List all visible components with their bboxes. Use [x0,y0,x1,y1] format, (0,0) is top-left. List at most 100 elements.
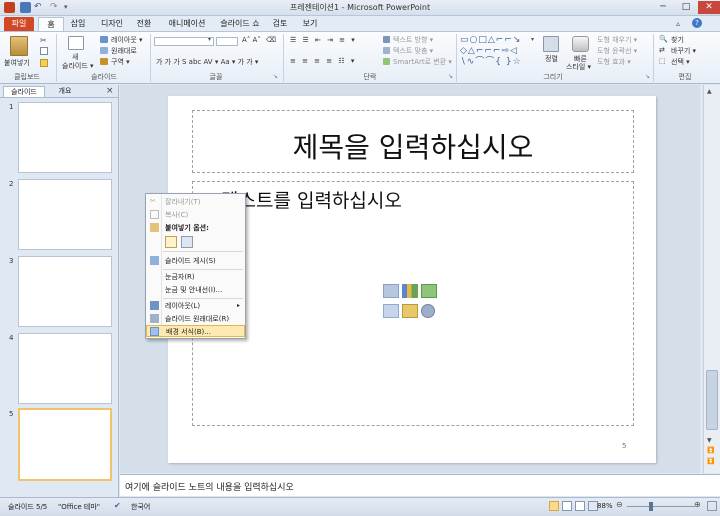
title-placeholder[interactable]: 제목을 입력하십시오 [192,110,634,173]
tab-design[interactable]: 디자인 [96,17,128,32]
help-icon[interactable]: ? [692,18,702,28]
grow-shrink-font-icon[interactable]: A˄ A˅ [242,36,261,44]
shapes-gallery-more-icon[interactable]: ▾ [531,36,534,43]
shape-fill-button[interactable]: 도형 채우기 ▾ [597,35,637,45]
slide-number: 5 [622,442,627,450]
arrange-button[interactable]: 정렬 [545,54,558,64]
shape-outline-button[interactable]: 도형 윤곽선 ▾ [597,46,637,56]
zoom-in-icon[interactable]: ⊕ [694,500,701,509]
menu-item-ruler[interactable]: 눈금자(R) [146,271,245,283]
zoom-level[interactable]: 88% [597,502,613,510]
minimize-ribbon-icon[interactable]: ▵ [676,19,680,28]
paste-button[interactable]: 붙여넣기 [4,58,30,68]
smartart-button[interactable]: SmartArt로 변환 ▾ [393,57,452,67]
slide-thumbnail-2[interactable] [18,179,112,250]
font-format-buttons[interactable]: 가 가 가 S abc AV ▾ Aa ▾ 가 가 ▾ [156,57,258,67]
section-button[interactable]: 구역 ▾ [111,57,130,67]
menu-item-cut[interactable]: 잘라내기(T) [146,196,245,208]
slide-thumbnail-4[interactable] [18,333,112,404]
format-background-icon [150,327,159,336]
font-name-combo[interactable] [154,37,214,46]
content-placeholder[interactable]: 텍스트를 입력하십시오 [192,181,634,426]
status-bar: 슬라이드 5/5 "Office 테마" ✔ 한국어 88% ⊖ ⊕ [0,497,720,516]
layout-button[interactable]: 레이아웃 ▾ [111,35,143,45]
tab-file[interactable]: 파일 [4,17,34,32]
drawing-dialog-launcher-icon[interactable]: ↘ [645,73,650,80]
insert-chart-icon[interactable] [402,284,418,298]
menu-item-grid-guides[interactable]: 눈금 및 안내선(I)... [146,284,245,296]
tab-view[interactable]: 보기 [298,17,322,32]
thumbnail-number: 2 [9,180,14,188]
reading-view-icon[interactable] [575,501,585,511]
zoom-slider[interactable] [627,506,695,507]
spelling-check-icon[interactable]: ✔ [114,501,121,510]
insert-table-icon[interactable] [383,284,399,298]
font-size-combo[interactable] [216,37,238,46]
paste-keep-source-icon[interactable] [165,236,177,248]
slide-sorter-view-icon[interactable] [562,501,572,511]
new-slide-button[interactable]: 슬라이드 ▾ [62,61,94,71]
fit-to-window-icon[interactable] [707,501,717,511]
replace-button[interactable]: 바꾸기 ▾ [671,46,696,56]
scroll-up-icon[interactable]: ▲ [707,88,712,95]
tab-outline-pane[interactable]: 개요 [48,86,82,97]
menu-item-reset-slide[interactable]: 슬라이드 원래대로(R) [146,313,245,325]
scrollbar-thumb[interactable] [706,370,718,430]
vertical-scrollbar[interactable]: ▲ ▼ ⏫ ⏬ [703,85,720,473]
format-painter-icon[interactable] [40,59,48,67]
cut-icon[interactable]: ✂ [40,36,47,45]
quick-styles-button[interactable]: 스타일 ▾ [566,62,591,72]
tab-animations[interactable]: 애니메이션 [162,17,212,32]
menu-item-copy[interactable]: 복사(C) [146,209,245,221]
tab-review[interactable]: 검토 [268,17,292,32]
slide-thumbnail-3[interactable] [18,256,112,327]
language-indicator[interactable]: 한국어 [131,502,150,512]
normal-view-icon[interactable] [549,501,559,511]
align-text-button[interactable]: 텍스트 맞춤 ▾ [393,46,433,56]
font-dialog-launcher-icon[interactable]: ↘ [273,73,278,80]
paragraph-dialog-launcher-icon[interactable]: ↘ [448,73,453,80]
clear-formatting-icon[interactable]: ⌫ [266,36,276,44]
thumbnail-number: 5 [9,410,14,418]
list-indent-buttons[interactable]: ☰ ☰ ⇤ ⇥ ≡ ▾ [290,36,357,44]
scroll-down-icon[interactable]: ▼ [707,437,712,444]
shape-effects-button[interactable]: 도형 효과 ▾ [597,57,631,67]
close-pane-icon[interactable]: × [106,86,114,96]
notes-pane[interactable]: 여기에 슬라이드 노트의 내용을 입력하십시오 [120,474,720,496]
paste-picture-icon[interactable] [181,236,193,248]
menu-item-new-slide[interactable]: 슬라이드 게시(S) [146,255,245,267]
arrange-icon [543,36,559,52]
previous-slide-icon[interactable]: ⏫ [707,447,714,454]
maximize-button[interactable]: □ [675,1,697,14]
theme-name[interactable]: "Office 테마" [58,502,100,512]
select-button[interactable]: 선택 ▾ [671,57,690,67]
tab-home[interactable]: 홈 [38,17,64,32]
close-button[interactable]: ✕ [698,1,720,14]
font-name-dropdown-icon[interactable]: ▾ [208,36,211,43]
copy-icon[interactable] [40,47,48,55]
menu-item-layout[interactable]: 레이아웃(L) [146,300,245,312]
group-separator [653,34,654,82]
find-button[interactable]: 찾기 [671,35,684,45]
tab-slideshow[interactable]: 슬라이드 쇼 [216,17,264,32]
tab-insert[interactable]: 삽입 [66,17,90,32]
tab-transitions[interactable]: 전환 [132,17,156,32]
minimize-button[interactable]: ─ [652,1,674,14]
insert-smartart-icon[interactable] [421,284,437,298]
shapes-gallery[interactable]: ▭○□△⌐⌐↘ ◇△⌐⌐⌐⇨◁ ∖∿⌒⌒{ }☆ [460,35,536,71]
insert-picture-icon[interactable] [383,304,399,318]
text-direction-button[interactable]: 텍스트 방향 ▾ [393,35,433,45]
next-slide-icon[interactable]: ⏬ [707,458,714,465]
ribbon: 붙여넣기 ✂ 클립보드 새 슬라이드 ▾ 레이아웃 ▾ 원래대로 구역 ▾ 슬라… [0,31,720,84]
zoom-slider-thumb[interactable] [649,502,653,511]
alignment-buttons[interactable]: ≡ ≡ ≡ ≡ ☷ ▾ [290,57,356,65]
slide-thumbnail-5[interactable] [18,408,112,481]
menu-item-format-background[interactable]: 배경 서식(B)... [146,325,245,337]
zoom-out-icon[interactable]: ⊖ [616,500,623,509]
reset-button[interactable]: 원래대로 [111,46,137,56]
insert-media-icon[interactable] [421,304,435,318]
tab-slides-pane[interactable]: 슬라이드 [3,86,45,97]
slide-thumbnail-1[interactable] [18,102,112,173]
insert-clipart-icon[interactable] [402,304,418,318]
slide-position: 슬라이드 5/5 [8,503,48,511]
